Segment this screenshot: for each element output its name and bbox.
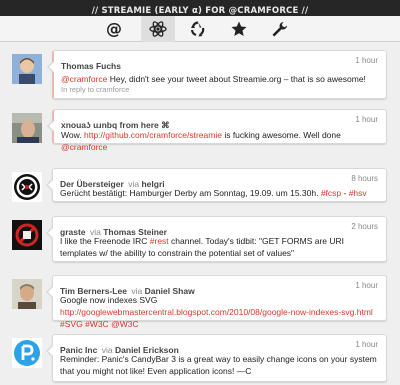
tweet-author[interactable]: Thomas Fuchs [61, 61, 121, 71]
tweet-time[interactable]: 1 hour [355, 56, 378, 65]
tweet-time[interactable]: 2 hours [351, 222, 378, 231]
tweet-time[interactable]: 1 hour [355, 340, 378, 349]
app-header: // STREAMIE (EARLY α) FOR @CRAMFORCE // [0, 0, 400, 16]
tweet-text-segment: - [341, 188, 349, 198]
tweet-text: Wow. http://github.com/cramforce/streami… [61, 129, 378, 153]
star-icon [231, 21, 247, 36]
atom-icon [149, 21, 167, 37]
tweet-card[interactable]: graste via Thomas Steiner 2 hours I like… [46, 216, 387, 262]
at-icon: @ [106, 19, 122, 38]
tab-home[interactable] [141, 16, 175, 42]
tweet-card[interactable]: Panic Inc via Daniel Erickson 1 hour Rem… [46, 334, 387, 382]
tweet-link[interactable]: @cramforce [61, 142, 107, 152]
wrench-icon [272, 22, 287, 37]
tweet-text-segment: is fucking awesome. Well done [221, 130, 341, 140]
tweet-time[interactable]: 1 hour [355, 115, 378, 124]
tweet-text-segment: Gerücht bestätigt: Hamburger Derby am So… [60, 188, 321, 198]
tweet-text-segment: Hey, didn't see your tweet about Streami… [107, 74, 366, 84]
tab-favorites[interactable] [222, 16, 256, 42]
recycle-icon [190, 21, 205, 37]
reply-to-link[interactable]: In reply to cramforce [61, 85, 129, 94]
tweet-time[interactable]: 1 hour [355, 281, 378, 290]
tweet-card[interactable]: Tim Berners-Lee via Daniel Shaw 1 hour G… [46, 275, 387, 329]
hashtag-link[interactable]: #hsv [349, 188, 367, 198]
avatar[interactable] [12, 54, 42, 84]
tweet-link[interactable]: @cramforce [61, 74, 107, 84]
tweet-text-segment: I like the Freenode IRC [60, 236, 150, 246]
tweet-text: Reminder: Panic's CandyBar 3 is a great … [60, 353, 378, 377]
avatar[interactable] [12, 279, 42, 309]
hashtag-link[interactable]: #fcsp [321, 188, 341, 198]
hashtag-link[interactable]: #rest [150, 236, 169, 246]
avatar[interactable] [12, 220, 42, 250]
tab-settings[interactable] [262, 16, 296, 42]
tweet-text: I like the Freenode IRC #rest channel. T… [60, 235, 378, 259]
hashtag-link[interactable]: #SVG [60, 319, 83, 329]
tweet-text-segment: Google now indexes SVG [60, 295, 158, 305]
tweet-text: @cramforce Hey, didn't see your tweet ab… [61, 73, 378, 85]
hashtag-link[interactable]: #W3C [85, 319, 109, 329]
tweet-link[interactable]: http://googlewebmastercentral.blogspot.c… [60, 307, 373, 317]
tweet-text-segment: Reminder: Panic's CandyBar 3 is a great … [60, 354, 377, 376]
avatar[interactable] [12, 338, 42, 368]
app-title: // STREAMIE (EARLY α) FOR @CRAMFORCE // [91, 6, 309, 16]
tweet-card[interactable]: Thomas Fuchs 1 hour @cramforce Hey, didn… [47, 50, 387, 99]
tweet-text-segment: Wow. [61, 130, 84, 140]
tab-mentions[interactable]: @ [97, 16, 131, 42]
avatar[interactable] [12, 113, 42, 143]
tab-retweets[interactable] [181, 16, 215, 42]
tweet-card[interactable]: Der Übersteiger via helgri 8 hours Gerüc… [46, 168, 387, 202]
tweet-link[interactable]: http://github.com/cramforce/streamie [84, 130, 222, 140]
avatar[interactable] [12, 172, 42, 202]
tab-bar: @ [0, 16, 400, 42]
tweet-card[interactable]: xnouaʖ uɹnbq from here ⌘ 1 hour Wow. htt… [47, 109, 387, 152]
tweet-time[interactable]: 8 hours [351, 174, 378, 183]
tweet-text: Google now indexes SVG http://googlewebm… [60, 294, 378, 330]
tweet-text: Gerücht bestätigt: Hamburger Derby am So… [60, 187, 378, 199]
tweet-link[interactable]: @W3C [111, 319, 139, 329]
